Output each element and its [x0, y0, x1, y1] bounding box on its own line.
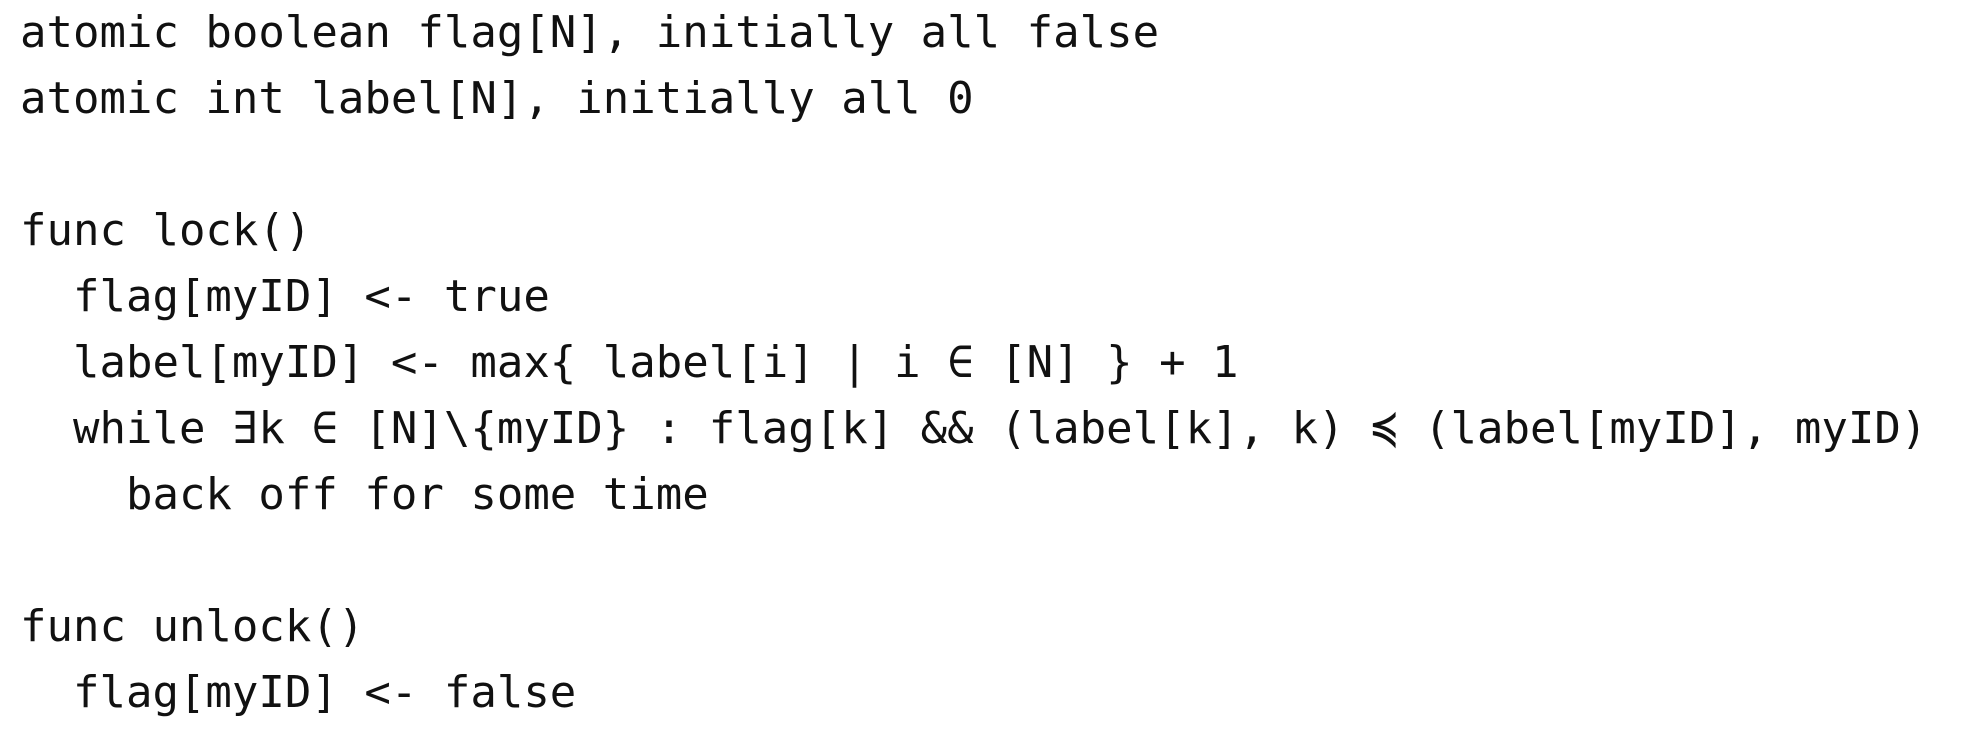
code-line-4: func lock()	[20, 205, 312, 256]
code-line-10: func unlock()	[20, 601, 365, 652]
code-listing: atomic boolean flag[N], initially all fa…	[20, 0, 1927, 718]
code-line-5: flag[myID] <- true	[20, 271, 550, 322]
code-line-2: atomic int label[N], initially all 0	[20, 73, 974, 124]
code-line-1: atomic boolean flag[N], initially all fa…	[20, 7, 1160, 58]
code-line-8: back off for some time	[20, 469, 709, 520]
code-line-11: flag[myID] <- false	[20, 667, 577, 718]
code-line-6: label[myID] <- max{ label[i] | i ∈ [N] }…	[20, 337, 1239, 388]
code-line-7: while ∃k ∈ [N]\{myID} : flag[k] && (labe…	[20, 403, 1928, 454]
